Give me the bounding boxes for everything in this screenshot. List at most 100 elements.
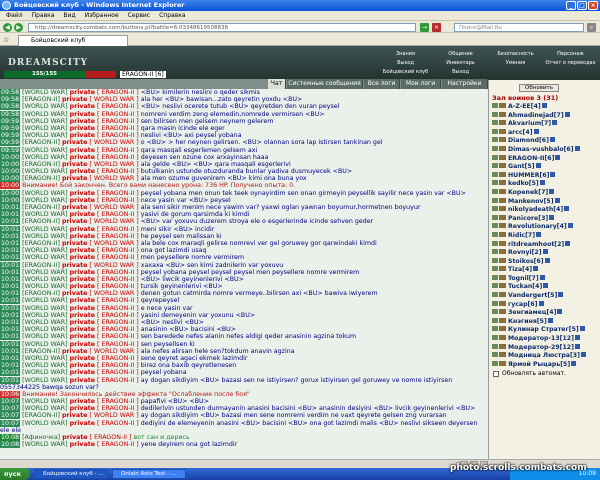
- chat-recipient[interactable]: [ WORLD WAR ]: [89, 262, 138, 269]
- chat-sender[interactable]: [WORLD WAR]: [22, 297, 67, 304]
- info-icon[interactable]: [555, 154, 561, 160]
- chat-recipient[interactable]: [ ERAGON-II ]: [97, 362, 139, 369]
- chat-recipient[interactable]: [ ERAGON-II ]: [97, 118, 139, 125]
- player-name[interactable]: Tiza[4]: [508, 266, 532, 273]
- address-input[interactable]: http://dreamscity.combats.com/buttons.pl…: [28, 23, 416, 32]
- info-icon[interactable]: [533, 266, 539, 272]
- info-icon[interactable]: [557, 309, 563, 315]
- player-row[interactable]: гусар[6]: [492, 300, 600, 310]
- chat-recipient[interactable]: [ WORLD WAR ]: [89, 218, 138, 225]
- player-row[interactable]: Ярмой Рыцарь[5]: [492, 360, 600, 370]
- player-row[interactable]: Dimas-vushbalo[6]: [492, 145, 600, 155]
- chat-recipient[interactable]: [ ERAGON-II ]: [97, 333, 139, 340]
- menu-item[interactable]: Вид: [63, 12, 75, 19]
- player-row[interactable]: ERAGON-II[6]: [492, 154, 600, 164]
- chat-sender[interactable]: [WORLD WAR]: [22, 118, 67, 125]
- game-menu-item[interactable]: Выход: [433, 68, 488, 76]
- menu-item[interactable]: Файл: [6, 12, 23, 19]
- game-menu-item[interactable]: Отчет о переводах: [543, 59, 598, 67]
- chat-recipient[interactable]: [ ERAGON-II ]: [97, 319, 139, 326]
- chat-tab[interactable]: Настройки: [442, 79, 488, 89]
- chat-sender[interactable]: [WORLD WAR]: [22, 89, 67, 96]
- favorites-star-icon[interactable]: ☆: [3, 36, 9, 44]
- player-row[interactable]: ritdreamhoot[2]: [492, 240, 600, 250]
- chat-sender[interactable]: [WORLD WAR]: [22, 211, 67, 218]
- chat-sender[interactable]: [ERAGON-II]: [22, 262, 60, 269]
- info-icon[interactable]: [564, 111, 570, 117]
- player-name[interactable]: Зенгиамец[4]: [508, 309, 556, 316]
- chat-sender[interactable]: [ERAGON-II]: [22, 96, 60, 103]
- go-icon[interactable]: →: [420, 23, 429, 32]
- chat-sender[interactable]: [WORLD WAR]: [22, 312, 67, 319]
- player-name[interactable]: Panicore[3]: [508, 215, 548, 222]
- auto-refresh-checkbox[interactable]: [493, 370, 499, 377]
- chat-tab[interactable]: Мои логи: [401, 79, 441, 89]
- game-menu-item[interactable]: Инвентарь: [433, 59, 488, 67]
- info-icon[interactable]: [542, 249, 548, 255]
- player-name[interactable]: Vandergert[5]: [508, 292, 557, 299]
- chat-sender[interactable]: [WORLD WAR]: [22, 226, 67, 233]
- info-icon[interactable]: [544, 257, 550, 263]
- chat-sender[interactable]: [WORLD WAR]: [22, 441, 67, 448]
- info-icon[interactable]: [565, 240, 571, 246]
- info-icon[interactable]: [558, 292, 564, 298]
- player-name[interactable]: Gant[5]: [508, 163, 535, 170]
- chat-sender[interactable]: [ERAGON-II]: [22, 204, 60, 211]
- search-icon[interactable]: ⌕: [587, 23, 596, 32]
- chat-sender[interactable]: [WORLD WAR]: [22, 305, 67, 312]
- chat-recipient[interactable]: [ ERAGON-II ]: [97, 377, 139, 384]
- taskbar-task[interactable]: Бойцовский клуб - ...: [34, 469, 108, 479]
- player-name[interactable]: arcc[4]: [508, 129, 533, 136]
- chat-recipient[interactable]: [ WORLD WAR ]: [89, 96, 138, 103]
- player-name[interactable]: kedko[5]: [508, 180, 539, 187]
- chat-sender[interactable]: [ERAGON-II]: [22, 240, 60, 247]
- chat-sender[interactable]: [WORLD WAR]: [22, 168, 67, 175]
- chat-recipient[interactable]: [ ERAGON-II ]: [97, 168, 139, 175]
- chat-sender[interactable]: [WORLD WAR]: [22, 362, 67, 369]
- chat-recipient[interactable]: [ ERAGON-II ]: [97, 111, 139, 118]
- info-icon[interactable]: [549, 188, 555, 194]
- chat-sender[interactable]: [WORLD WAR]: [22, 190, 67, 197]
- game-menu-item[interactable]: Выход: [378, 59, 433, 67]
- chat-recipient[interactable]: [ ERAGON-II ]: [97, 405, 139, 412]
- chat-sender[interactable]: [WORLD WAR]: [22, 341, 67, 348]
- chat-sender[interactable]: [WORLD WAR]: [22, 369, 67, 376]
- player-name[interactable]: Ridic[7]: [508, 232, 535, 239]
- player-row[interactable]: HUMMER[6]: [492, 171, 600, 181]
- player-row[interactable]: Mankenov[5]: [492, 197, 600, 207]
- chat-recipient[interactable]: [ ERAGON-II ]: [97, 211, 139, 218]
- player-row[interactable]: Akvarium[7]: [492, 120, 600, 129]
- chat-recipient[interactable]: [ ERAGON-II ]: [97, 398, 139, 405]
- info-icon[interactable]: [533, 128, 539, 134]
- chat-sender[interactable]: [ERAGON-II]: [22, 218, 60, 225]
- chat-sender[interactable]: [WORLD WAR]: [22, 269, 67, 276]
- info-icon[interactable]: [564, 206, 570, 212]
- player-name[interactable]: nikolyadeath[4]: [508, 206, 563, 213]
- player-row[interactable]: Кнэгиня[5]: [492, 317, 600, 327]
- info-icon[interactable]: [538, 300, 544, 306]
- player-name[interactable]: Ahmadinejad[7]: [508, 112, 564, 119]
- player-name[interactable]: ritdreamhoot[2]: [508, 241, 564, 248]
- minimize-button[interactable]: _: [566, 1, 576, 10]
- player-name[interactable]: Dimas-vushbalo[6]: [508, 146, 574, 153]
- refresh-button[interactable]: Обновить: [519, 84, 559, 92]
- chat-sender[interactable]: [WORLD WAR]: [22, 398, 67, 405]
- auto-refresh-toggle[interactable]: Обновлять автомат.: [493, 370, 566, 377]
- chat-recipient[interactable]: [ WORLD WAR ]: [89, 290, 138, 297]
- player-row[interactable]: Panicore[3]: [492, 214, 600, 224]
- player-row[interactable]: nikolyadeath[4]: [492, 206, 600, 215]
- close-button[interactable]: ×: [588, 1, 598, 10]
- player-row[interactable]: Vandergert[5]: [492, 292, 600, 301]
- info-icon[interactable]: [550, 171, 556, 177]
- player-name[interactable]: Kopenek[7]: [508, 189, 548, 196]
- player-row[interactable]: Gant[5]: [492, 163, 600, 172]
- player-name[interactable]: Akvarium[7]: [508, 120, 551, 127]
- info-icon[interactable]: [580, 352, 586, 358]
- chat-recipient[interactable]: [ ERAGON-II ]: [97, 441, 139, 448]
- start-button[interactable]: пуск: [0, 468, 30, 480]
- player-name[interactable]: A-Z-EE[4]: [508, 103, 541, 110]
- player-name[interactable]: ERAGON-II[6]: [508, 155, 554, 162]
- game-menu-item[interactable]: Общение: [433, 50, 488, 58]
- chat-sender[interactable]: [ERAGON-II]: [22, 139, 60, 146]
- info-icon[interactable]: [549, 214, 555, 220]
